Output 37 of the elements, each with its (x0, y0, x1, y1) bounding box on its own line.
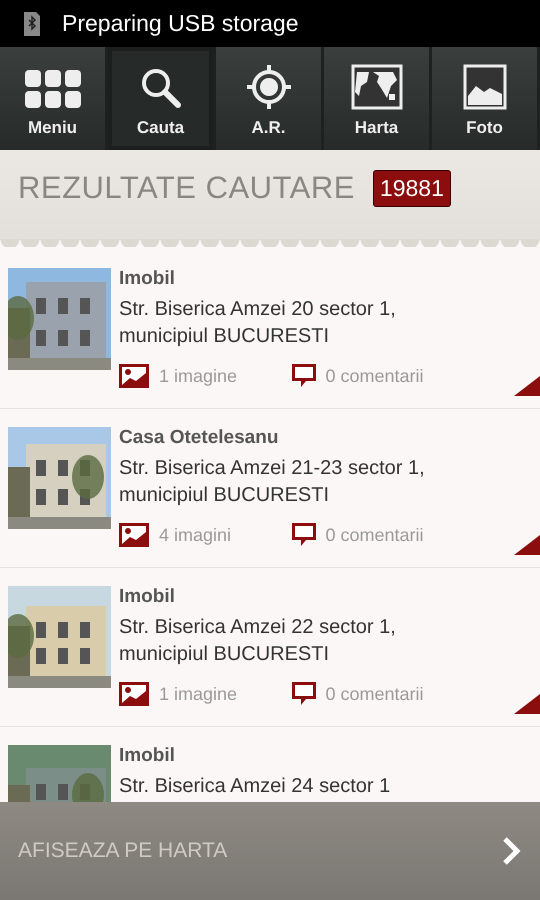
comment-icon (292, 523, 316, 547)
target-icon (246, 64, 292, 110)
comment-icon (292, 682, 316, 706)
image-icon (119, 523, 149, 547)
grid-icon (24, 70, 80, 110)
corner-marker (514, 694, 540, 714)
image-count: 1 imagine (159, 684, 238, 704)
result-address: Str. Biserica Amzei 22 sector 1, municipiul BUCURESTI (119, 615, 397, 667)
toolbar-tab[interactable]: Meniu (0, 47, 108, 150)
toolbar-tab[interactable]: Foto (432, 47, 540, 150)
image-icon (119, 682, 149, 706)
comment-count: 0 comentarii (326, 524, 424, 546)
result-address: Str. Biserica Amzei 20 sector 1, municipiul BUCURESTI (119, 297, 397, 349)
toolbar-tab[interactable]: Cauta (108, 47, 216, 150)
result-address: Str. Biserica Amzei 21-23 sector 1, municipiul BUCURESTI (119, 456, 426, 508)
toolbar-tab[interactable]: Harta (324, 47, 432, 150)
result-title: Imobil (119, 745, 176, 767)
chevron-icon (502, 836, 522, 866)
result-title: Casa Otetelesanu (119, 427, 280, 449)
result-title: Imobil (119, 586, 176, 608)
map-icon (350, 64, 402, 110)
result-title: Imobil (119, 268, 176, 290)
comment-icon (292, 364, 316, 388)
toolbar-tab[interactable]: A.R. (216, 47, 324, 150)
comment-count: 0 comentarii (326, 366, 424, 386)
image-icon (119, 364, 149, 388)
image-count: 1 imagine (159, 366, 238, 386)
image-count: 4 imagini (159, 524, 232, 546)
result-address: Str. Biserica Amzei 24 sector 1 (119, 774, 392, 799)
result-count: 19881 (372, 170, 451, 206)
photo-icon (462, 64, 506, 110)
corner-marker (514, 376, 540, 396)
comment-count: 0 comentarii (326, 684, 424, 704)
notification-text: Preparing USB storage (62, 10, 299, 37)
results-title: REZULTATE CAUTARE (18, 170, 355, 206)
sd-card-icon (22, 10, 42, 38)
corner-marker (514, 535, 540, 555)
